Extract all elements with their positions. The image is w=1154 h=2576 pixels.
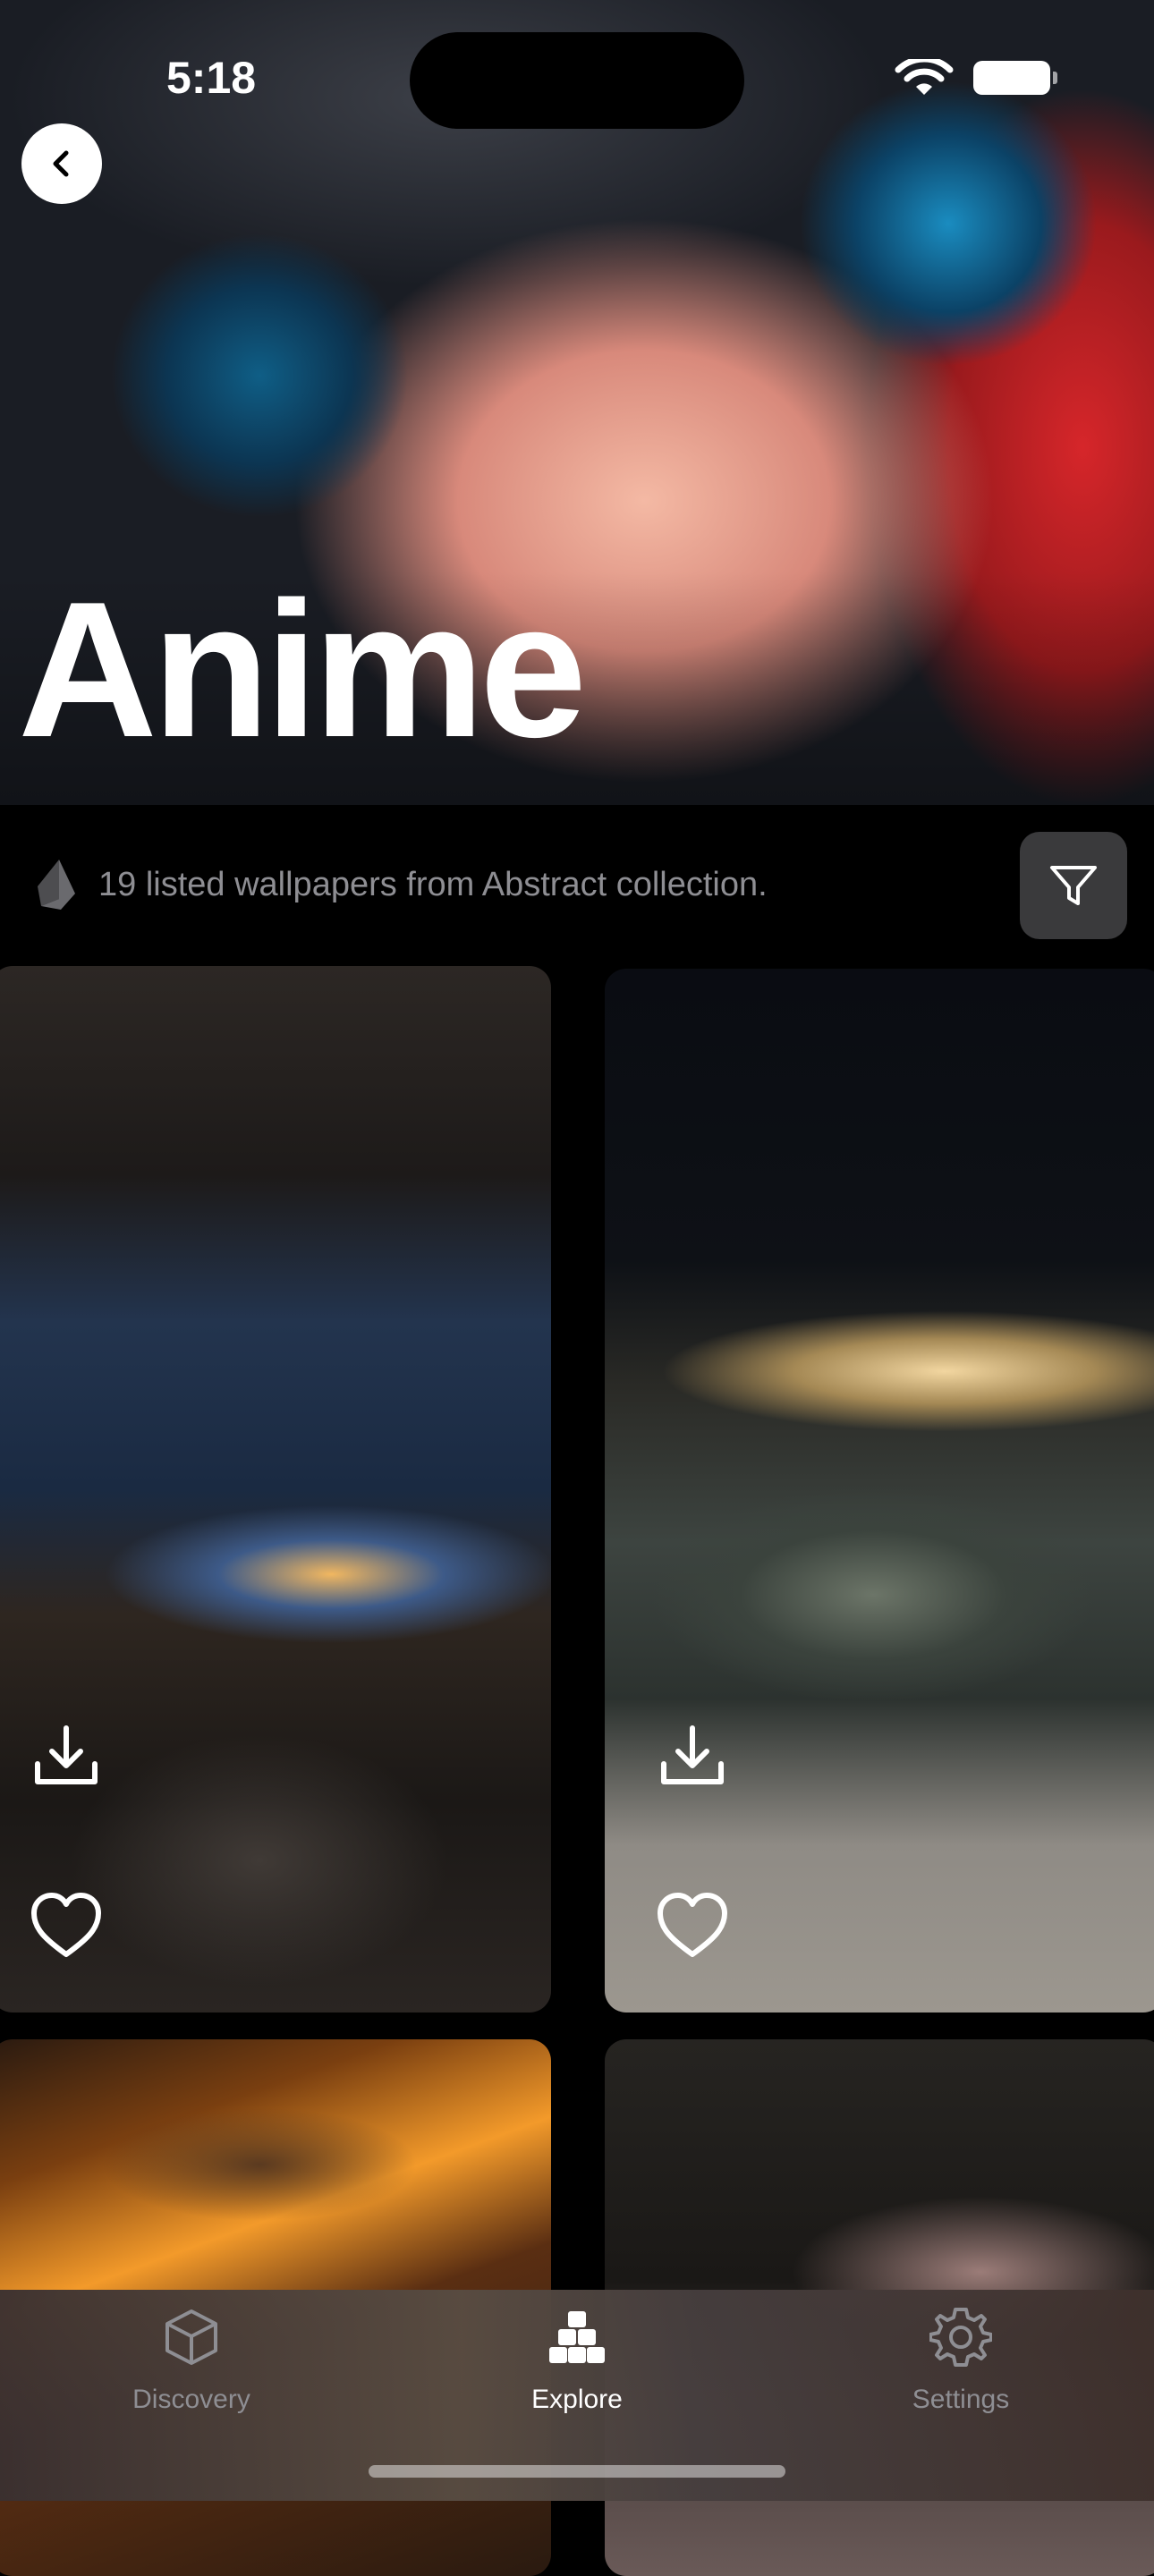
collection-summary: 19 listed wallpapers from Abstract colle… xyxy=(98,866,768,903)
favorite-button[interactable] xyxy=(655,1887,730,1962)
filter-button[interactable] xyxy=(1020,832,1127,939)
blocks-icon xyxy=(546,2306,608,2368)
tab-explore[interactable]: Explore xyxy=(470,2306,684,2440)
funnel-icon xyxy=(1050,866,1097,905)
tab-label: Discovery xyxy=(132,2385,250,2414)
favorite-button[interactable] xyxy=(29,1887,104,1962)
cube-icon xyxy=(160,2306,223,2368)
page-title: Anime xyxy=(18,561,587,777)
gear-icon xyxy=(929,2306,992,2368)
download-button[interactable] xyxy=(655,1717,730,1792)
download-icon xyxy=(661,1725,724,1784)
back-button[interactable] xyxy=(21,123,102,204)
tab-discovery[interactable]: Discovery xyxy=(84,2306,299,2440)
heart-icon xyxy=(31,1893,101,1957)
layers-icon xyxy=(38,860,75,910)
wallpaper-card[interactable] xyxy=(605,969,1154,2012)
download-button[interactable] xyxy=(29,1717,104,1792)
tab-label: Explore xyxy=(531,2385,623,2414)
chevron-left-icon xyxy=(53,150,69,177)
wifi-icon xyxy=(895,59,954,95)
status-time: 5:18 xyxy=(166,53,257,103)
battery-icon xyxy=(973,61,1057,95)
wallpaper-card[interactable] xyxy=(0,966,551,2012)
tab-label: Settings xyxy=(912,2385,1010,2414)
dynamic-island xyxy=(410,32,744,129)
tab-settings[interactable]: Settings xyxy=(853,2306,1068,2440)
home-indicator xyxy=(369,2465,785,2478)
heart-icon xyxy=(658,1893,727,1957)
download-icon xyxy=(35,1725,98,1784)
